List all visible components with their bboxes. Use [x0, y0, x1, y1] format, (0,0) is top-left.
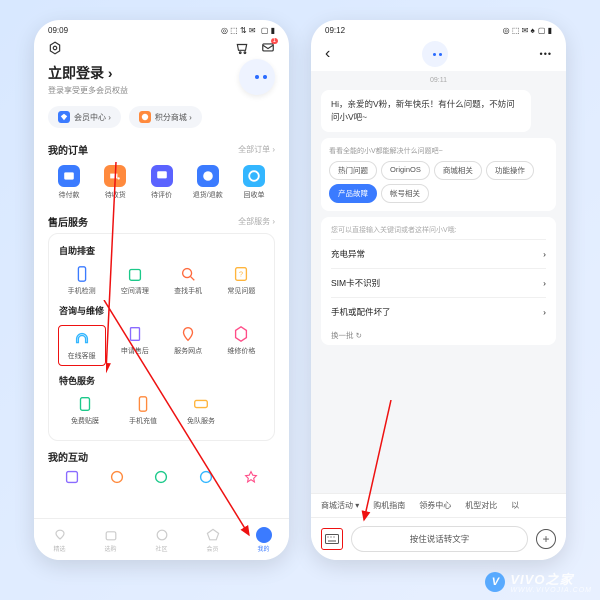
section-interact-title: 我的互动: [48, 449, 88, 464]
tag-more[interactable]: 以: [511, 500, 519, 511]
phone-screen-right: 09:12 ◎ ⬚ ✉ ♠▢ ▮ ‹ ••• 09:11 Hi，亲爱的V粉，新年…: [311, 20, 566, 560]
chip-mall[interactable]: 商城相关: [434, 161, 482, 180]
item-online-support[interactable]: 在线客服: [58, 325, 106, 366]
aftersale-more[interactable]: 全部服务 ›: [238, 216, 275, 227]
item-repair-price[interactable]: 维修价格: [217, 325, 265, 366]
nav-me[interactable]: 我的: [256, 527, 272, 553]
nav-featured[interactable]: 精选: [52, 527, 68, 553]
interact-3[interactable]: [139, 468, 184, 486]
login-block[interactable]: 立即登录 › 登录享受更多会员权益: [34, 61, 289, 102]
pill-member-center[interactable]: 会员中心 ›: [48, 106, 121, 128]
chip-features[interactable]: 功能操作: [486, 161, 534, 180]
chat-greeting: Hi，亲爱的V粉，新年快乐！有什么问题，不妨问问小V吧~: [321, 90, 531, 132]
watermark-url: WWW.VIVOJIA.COM: [510, 587, 592, 594]
interact-1[interactable]: [50, 468, 95, 486]
status-bar: 09:12 ◎ ⬚ ✉ ♠▢ ▮: [311, 20, 566, 37]
watermark-brand: VIVO之家: [510, 569, 592, 588]
bot-avatar: [422, 41, 448, 67]
phone-screen-left: 09:09 ◎ ⬚ ⇅ ✉ ▢ ▮ 1 立即登录 › 登录享受更多: [34, 20, 289, 560]
chat-body: 09:11 Hi，亲爱的V粉，新年快乐！有什么问题，不妨问问小V吧~ 看看全能的…: [311, 71, 566, 493]
faq-list: 您可以直接输入关键词或者这样问小V哦: 充电异常› SIM卡不识别› 手机或配件…: [321, 217, 556, 345]
aftersale-card: 自助排查 手机检测 空间清理 查找手机 ?常见问题 咨询与维修 在线客服 申请售…: [48, 233, 275, 441]
status-icons: ◎ ⬚ ⇅ ✉ ▢ ▮: [218, 26, 275, 35]
order-pending-review[interactable]: 待评价: [141, 165, 183, 200]
chip-hot[interactable]: 热门问题: [329, 161, 377, 180]
item-storage-clean[interactable]: 空间清理: [111, 265, 159, 296]
faq-charging[interactable]: 充电异常›: [331, 239, 546, 268]
chip-account[interactable]: 帐号相关: [381, 184, 429, 203]
diamond-icon: [58, 111, 70, 123]
section-aftersale-title: 售后服务: [48, 214, 88, 229]
order-pending-pay[interactable]: 待付款: [48, 165, 90, 200]
bottom-nav: 精选 选购 社区 会员 我的: [34, 518, 289, 560]
item-faq[interactable]: ?常见问题: [217, 265, 265, 296]
orders-row: 待付款 待收货 待评价 退货/退款 回收单: [48, 161, 275, 208]
message-badge: 1: [271, 38, 278, 44]
watermark: V VIVO之家 WWW.VIVOJIA.COM: [485, 569, 592, 594]
item-phone-check[interactable]: 手机检测: [58, 265, 106, 296]
chevron-right-icon: ›: [543, 249, 546, 259]
group-selfcheck-title: 自助排查: [59, 244, 264, 257]
interact-5[interactable]: [228, 468, 273, 486]
avatar[interactable]: [239, 59, 275, 95]
plus-icon[interactable]: +: [536, 529, 556, 549]
nav-community[interactable]: 社区: [154, 527, 170, 553]
orders-more[interactable]: 全部订单 ›: [238, 144, 275, 155]
chat-header: ‹ •••: [311, 37, 566, 71]
tag-buy-guide[interactable]: 购机指南: [373, 500, 405, 511]
item-phone-recharge[interactable]: 手机充值: [119, 395, 167, 426]
chevron-right-icon: ›: [543, 307, 546, 317]
watermark-logo-icon: V: [485, 572, 505, 592]
faq-hint: 您可以直接输入关键词或者这样问小V哦:: [331, 221, 546, 239]
chat-input-bar: 按住说话转文字 +: [311, 517, 566, 560]
item-queue-free[interactable]: 免队服务: [177, 395, 225, 426]
faq-sim[interactable]: SIM卡不识别›: [331, 268, 546, 297]
item-service-points[interactable]: 服务网点: [164, 325, 212, 366]
faq-refresh[interactable]: 换一批 ↻: [331, 326, 546, 341]
status-time: 09:09: [48, 26, 68, 35]
tag-coupon[interactable]: 领券中心: [419, 500, 451, 511]
chat-timestamp: 09:11: [321, 77, 556, 84]
header: 1: [34, 37, 289, 61]
keyboard-icon[interactable]: [321, 528, 343, 550]
chevron-right-icon: ›: [543, 278, 546, 288]
chip-product-issue[interactable]: 产品故障: [329, 184, 377, 203]
order-pending-receive[interactable]: 待收货: [94, 165, 136, 200]
status-time: 09:12: [325, 26, 345, 35]
coin-icon: [139, 111, 151, 123]
section-orders-title: 我的订单: [48, 142, 88, 157]
interact-2[interactable]: [95, 468, 140, 486]
category-hint: 看看全能的小V都能解决什么问题吧~: [329, 146, 548, 156]
pill-points-mall[interactable]: 积分商城 ›: [129, 106, 202, 128]
cart-icon[interactable]: [235, 41, 249, 57]
nav-shop[interactable]: 选购: [103, 527, 119, 553]
voice-input-button[interactable]: 按住说话转文字: [351, 526, 528, 552]
item-apply-aftersale[interactable]: 申请售后: [111, 325, 159, 366]
nav-member[interactable]: 会员: [205, 527, 221, 553]
group-special-title: 特色服务: [59, 374, 264, 387]
back-icon[interactable]: ‹: [325, 45, 330, 63]
status-bar: 09:09 ◎ ⬚ ⇅ ✉ ▢ ▮: [34, 20, 289, 37]
tag-mall-activity[interactable]: 商城活动 ▾: [321, 500, 359, 511]
chat-categories: 看看全能的小V都能解决什么问题吧~ 热门问题 OriginOS 商城相关 功能操…: [321, 138, 556, 211]
order-recycle[interactable]: 回收单: [233, 165, 275, 200]
group-consult-title: 咨询与维修: [59, 304, 264, 317]
message-icon[interactable]: 1: [261, 41, 275, 57]
interact-4[interactable]: [184, 468, 229, 486]
item-find-phone[interactable]: 查找手机: [164, 265, 212, 296]
settings-icon[interactable]: [48, 41, 62, 57]
quick-tags: 商城活动 ▾ 购机指南 领券中心 机型对比 以: [311, 493, 566, 517]
chip-originos[interactable]: OriginOS: [381, 161, 430, 180]
more-icon[interactable]: •••: [540, 49, 552, 59]
faq-broken[interactable]: 手机或配件坏了›: [331, 297, 546, 326]
svg-text:?: ?: [239, 270, 243, 279]
order-refund[interactable]: 退货/退款: [187, 165, 229, 200]
item-free-film[interactable]: 免费贴膜: [61, 395, 109, 426]
tag-compare[interactable]: 机型对比: [465, 500, 497, 511]
